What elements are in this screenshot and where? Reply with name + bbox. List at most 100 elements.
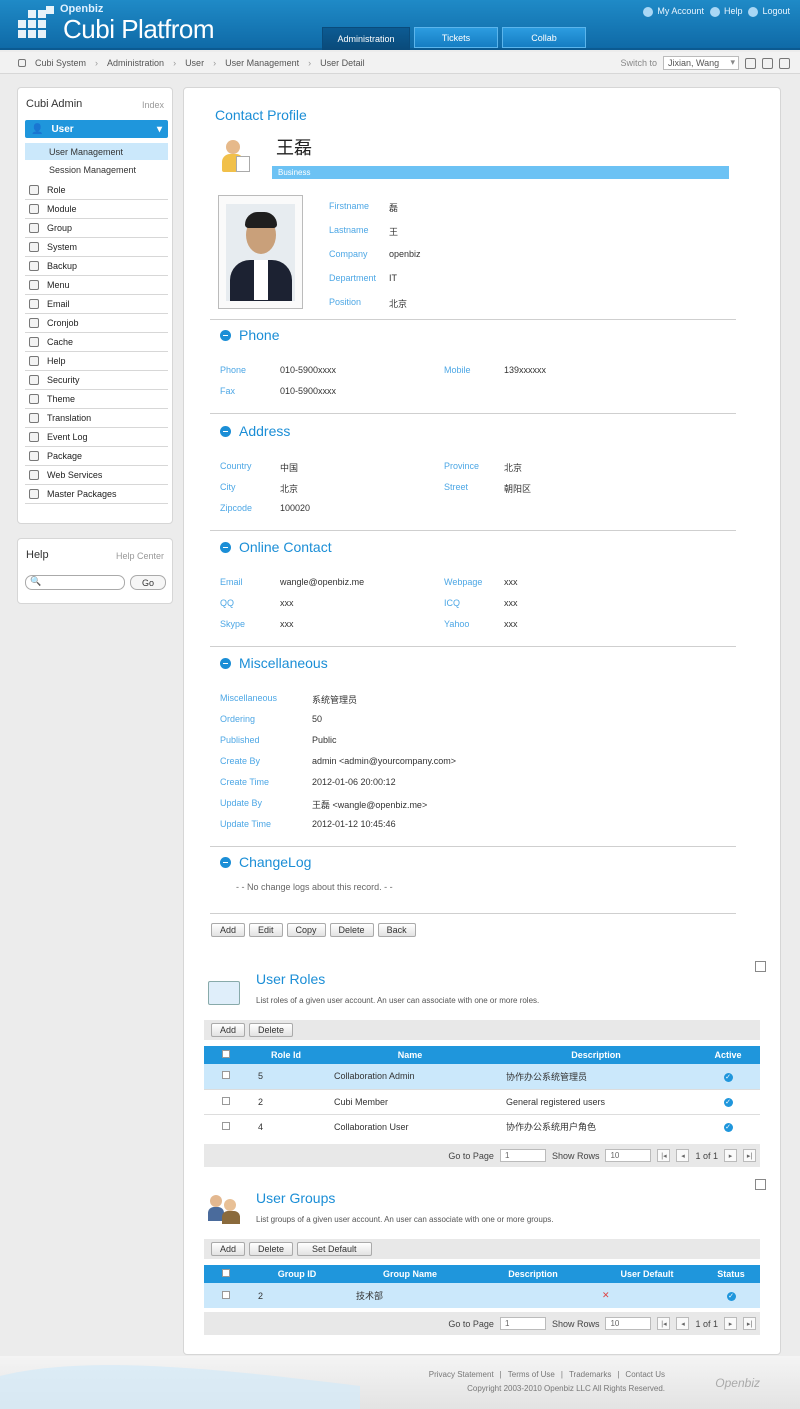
- footer-wave: [0, 1365, 360, 1409]
- table-row[interactable]: 5 Collaboration Admin 协作办公系统管理员 ✓: [204, 1064, 760, 1089]
- back-button[interactable]: Back: [377, 923, 416, 937]
- row-select-cell[interactable]: [204, 1114, 248, 1139]
- sidebar-item-event-log[interactable]: Event Log: [25, 428, 168, 447]
- switch-user-select[interactable]: Jixian, Wang: [663, 56, 739, 70]
- crumb-admin[interactable]: Administration: [107, 58, 164, 68]
- last-page-icon[interactable]: ▸|: [743, 1149, 756, 1162]
- col-status[interactable]: Status: [702, 1265, 760, 1283]
- first-page-icon[interactable]: |◂: [657, 1317, 671, 1330]
- phone-section-title[interactable]: Phone: [220, 327, 279, 343]
- select-all-checkbox[interactable]: [222, 1050, 230, 1058]
- col-role-id[interactable]: Role Id: [248, 1046, 324, 1064]
- sidebar-item-cache[interactable]: Cache: [25, 333, 168, 352]
- page-select[interactable]: 1: [499, 1149, 546, 1162]
- sidebar-item-module[interactable]: Module: [25, 200, 168, 219]
- select-all-cell[interactable]: [204, 1046, 248, 1064]
- sidebar-item-translation[interactable]: Translation: [25, 409, 168, 428]
- tab-tickets[interactable]: Tickets: [414, 27, 498, 48]
- row-select-cell[interactable]: [204, 1089, 248, 1114]
- logout-link[interactable]: Logout: [748, 6, 790, 17]
- note-icon[interactable]: [762, 57, 773, 69]
- table-row[interactable]: 2 技术部 ✕ ✓: [204, 1283, 760, 1308]
- sidebar-item-help[interactable]: Help: [25, 352, 168, 371]
- sidebar-sub-user-management[interactable]: User Management: [25, 143, 168, 160]
- groups-delete-button[interactable]: Delete: [249, 1242, 294, 1256]
- help-go-button[interactable]: Go: [130, 575, 166, 590]
- select-all-cell[interactable]: [204, 1265, 248, 1283]
- privacy-link[interactable]: Privacy Statement: [429, 1370, 494, 1379]
- col-group-name[interactable]: Group Name: [346, 1265, 474, 1283]
- prev-page-icon[interactable]: ◂: [676, 1317, 690, 1330]
- sidebar-item-system[interactable]: System: [25, 238, 168, 257]
- rows-select[interactable]: 10: [605, 1317, 652, 1330]
- misc-section-title[interactable]: Miscellaneous: [220, 655, 328, 671]
- page-select[interactable]: 1: [499, 1317, 546, 1330]
- trademarks-link[interactable]: Trademarks: [569, 1370, 611, 1379]
- terms-link[interactable]: Terms of Use: [508, 1370, 555, 1379]
- sidebar-item-menu[interactable]: Menu: [25, 276, 168, 295]
- edit-button[interactable]: Edit: [249, 923, 283, 937]
- edit-note-icon[interactable]: [755, 961, 766, 972]
- sidebar-item-package[interactable]: Package: [25, 447, 168, 466]
- sidebar-item-master-packages[interactable]: Master Packages: [25, 485, 168, 504]
- window-icon[interactable]: [745, 57, 756, 69]
- sidebar-item-role[interactable]: Role: [25, 181, 168, 200]
- next-page-icon[interactable]: ▸: [724, 1149, 737, 1162]
- sidebar-item-user[interactable]: 👤 User ▾: [25, 120, 168, 138]
- roles-delete-button[interactable]: Delete: [249, 1023, 294, 1037]
- sidebar-index-link[interactable]: Index: [142, 100, 164, 110]
- crumb-user[interactable]: User: [185, 58, 204, 68]
- row-select-cell[interactable]: [204, 1064, 248, 1089]
- tab-administration[interactable]: Administration: [322, 27, 410, 50]
- changelog-section-title[interactable]: ChangeLog: [220, 854, 311, 870]
- sidebar-item-web-services[interactable]: Web Services: [25, 466, 168, 485]
- row-checkbox[interactable]: [222, 1096, 230, 1105]
- row-select-cell[interactable]: [204, 1283, 248, 1308]
- last-page-icon[interactable]: ▸|: [743, 1317, 756, 1330]
- my-account-link[interactable]: My Account: [643, 6, 704, 17]
- sidebar-item-backup[interactable]: Backup: [25, 257, 168, 276]
- contact-link[interactable]: Contact Us: [625, 1370, 665, 1379]
- roles-add-button[interactable]: Add: [211, 1023, 246, 1037]
- changelog-empty: - - No change logs about this record. - …: [236, 882, 393, 892]
- col-description[interactable]: Description: [496, 1046, 696, 1064]
- col-active[interactable]: Active: [696, 1046, 760, 1064]
- sidebar-item-group[interactable]: Group: [25, 219, 168, 238]
- col-group-id[interactable]: Group ID: [248, 1265, 346, 1283]
- row-checkbox[interactable]: [222, 1290, 230, 1299]
- help-center-link[interactable]: Help Center: [116, 551, 164, 561]
- table-row[interactable]: 4 Collaboration User 协作办公系统用户角色 ✓: [204, 1114, 760, 1139]
- sidebar-item-security[interactable]: Security: [25, 371, 168, 390]
- table-row[interactable]: 2 Cubi Member General registered users ✓: [204, 1089, 760, 1114]
- expand-icon[interactable]: [779, 57, 790, 69]
- sidebar-item-email[interactable]: Email: [25, 295, 168, 314]
- sidebar-item-theme[interactable]: Theme: [25, 390, 168, 409]
- first-page-icon[interactable]: |◂: [657, 1149, 671, 1162]
- online-section-title[interactable]: Online Contact: [220, 539, 332, 555]
- help-search-input[interactable]: 🔍: [25, 575, 125, 590]
- col-user-default[interactable]: User Default: [592, 1265, 702, 1283]
- module-icon: [29, 204, 39, 214]
- rows-select[interactable]: 10: [605, 1149, 652, 1162]
- col-name[interactable]: Name: [324, 1046, 496, 1064]
- tab-collab[interactable]: Collab: [502, 27, 586, 48]
- crumb-system[interactable]: Cubi System: [35, 58, 86, 68]
- address-section-title[interactable]: Address: [220, 423, 290, 439]
- row-checkbox[interactable]: [222, 1071, 230, 1080]
- prev-page-icon[interactable]: ◂: [676, 1149, 690, 1162]
- help-link[interactable]: Help: [709, 6, 742, 17]
- edit-note-icon[interactable]: [755, 1179, 766, 1190]
- add-button[interactable]: Add: [211, 923, 246, 937]
- select-all-checkbox[interactable]: [222, 1269, 230, 1277]
- delete-button[interactable]: Delete: [329, 923, 374, 937]
- col-description[interactable]: Description: [474, 1265, 592, 1283]
- sidebar-item-cronjob[interactable]: Cronjob: [25, 314, 168, 333]
- crumb-user-management[interactable]: User Management: [225, 58, 299, 68]
- set-default-button[interactable]: Set Default: [297, 1242, 372, 1256]
- sidebar-sub-session-management[interactable]: Session Management: [25, 161, 168, 178]
- sidebar-item-label: Module: [47, 204, 77, 214]
- next-page-icon[interactable]: ▸: [724, 1317, 737, 1330]
- groups-add-button[interactable]: Add: [211, 1242, 246, 1256]
- copy-button[interactable]: Copy: [286, 923, 326, 937]
- row-checkbox[interactable]: [222, 1121, 230, 1130]
